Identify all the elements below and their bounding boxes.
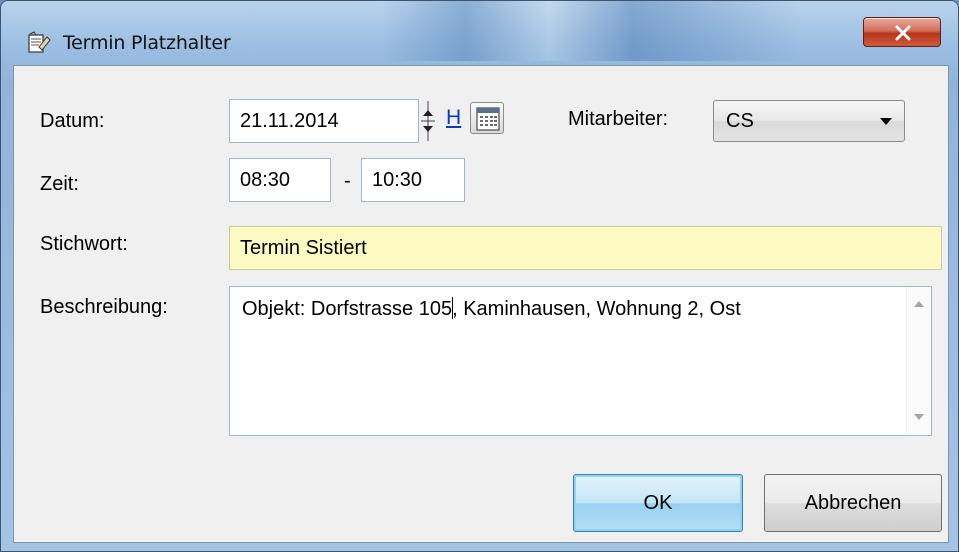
ok-button[interactable]: OK xyxy=(573,474,743,532)
calendar-button[interactable] xyxy=(470,102,504,134)
notepad-hand-icon xyxy=(27,31,51,55)
cancel-button[interactable]: Abbrechen xyxy=(764,474,942,532)
window-title: Termin Platzhalter xyxy=(63,32,231,54)
zeit-from-input[interactable]: 08:30 xyxy=(229,158,331,202)
zeit-separator: - xyxy=(344,170,351,192)
zeit-from-value: 08:30 xyxy=(240,168,291,191)
stichwort-label: Stichwort: xyxy=(40,233,128,255)
scroll-up-icon[interactable] xyxy=(914,301,924,308)
beschreibung-label: Beschreibung: xyxy=(40,296,168,318)
chevron-down-icon xyxy=(880,118,892,125)
mitarbeiter-value: CS xyxy=(726,109,754,132)
beschreibung-textarea[interactable]: Objekt: Dorfstrasse 105, Kaminhausen, Wo… xyxy=(229,286,932,436)
datum-input[interactable]: 21.11.2014 xyxy=(229,99,419,143)
close-button[interactable] xyxy=(863,17,941,47)
spin-up-down-icon xyxy=(421,101,435,141)
datum-spinner[interactable] xyxy=(418,99,438,143)
dialog-client-area: Datum: 21.11.2014 H Mitarbeiter: CS Zeit… xyxy=(13,65,949,543)
mitarbeiter-select[interactable]: CS xyxy=(713,100,905,142)
zeit-to-input[interactable]: 10:30 xyxy=(361,158,465,202)
h-link[interactable]: H xyxy=(446,106,461,130)
stichwort-value: Termin Sistiert xyxy=(240,236,367,259)
zeit-label: Zeit: xyxy=(40,173,79,195)
datum-value: 21.11.2014 xyxy=(240,109,339,132)
mitarbeiter-label: Mitarbeiter: xyxy=(568,108,669,130)
beschreibung-text-after-cursor: , Kaminhausen, Wohnung 2, Ost xyxy=(452,298,741,320)
dialog-window: Termin Platzhalter Datum: 21.11.2014 H M… xyxy=(0,0,959,552)
beschreibung-text-before-cursor: Objekt: Dorfstrasse 105 xyxy=(242,298,453,320)
close-icon xyxy=(895,25,911,41)
zeit-to-value: 10:30 xyxy=(372,168,423,191)
title-bar[interactable]: Termin Platzhalter xyxy=(1,1,959,61)
scroll-down-icon[interactable] xyxy=(914,414,924,421)
stichwort-input[interactable]: Termin Sistiert xyxy=(229,226,942,270)
beschreibung-scrollbar[interactable] xyxy=(906,287,931,435)
calendar-icon xyxy=(476,107,500,131)
datum-label: Datum: xyxy=(40,110,105,132)
